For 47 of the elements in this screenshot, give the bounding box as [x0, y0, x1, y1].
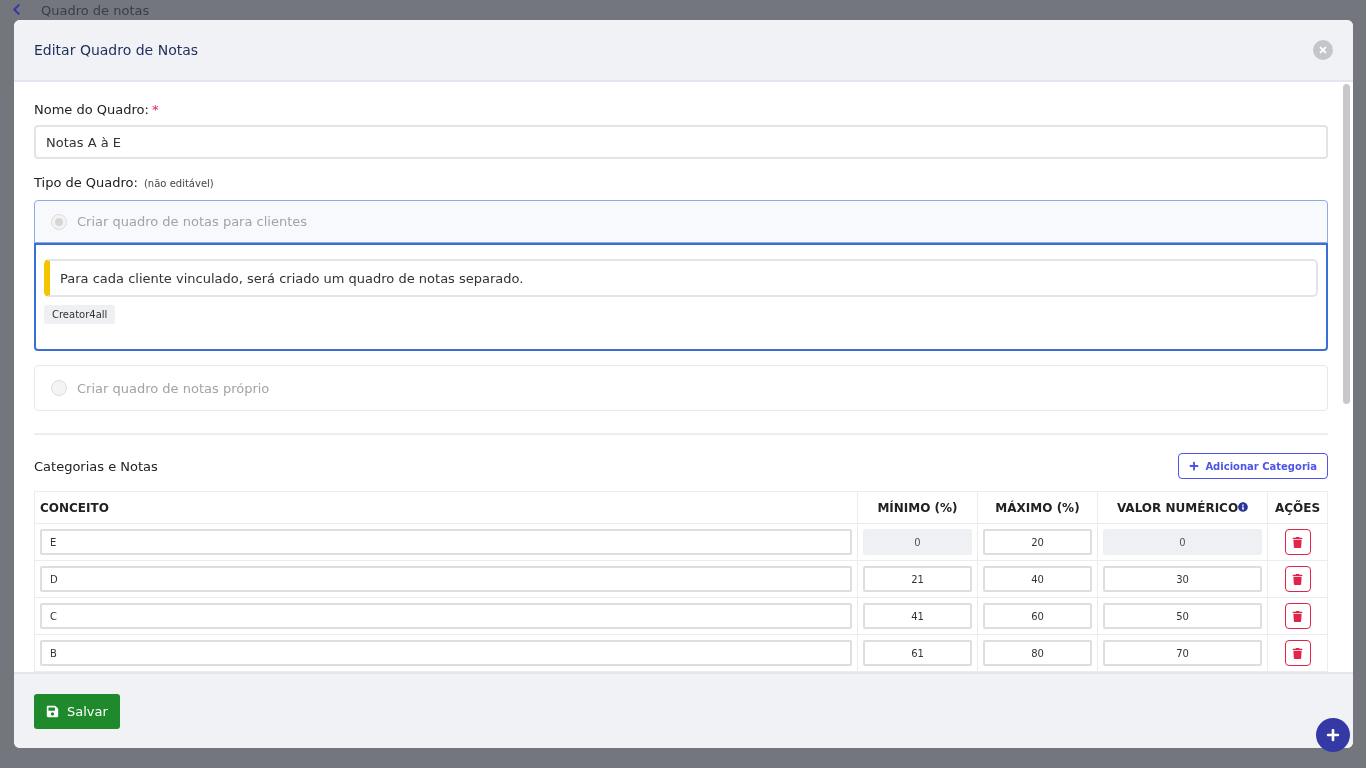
concept-input[interactable]: E — [40, 529, 852, 555]
scrollbar-thumb[interactable] — [1343, 84, 1350, 404]
number-input[interactable]: 30 — [1103, 566, 1262, 592]
number-input[interactable]: 60 — [983, 603, 1092, 629]
trash-icon — [1292, 610, 1303, 622]
trash-icon — [1292, 647, 1303, 659]
add-category-button[interactable]: Adicionar Categoria — [1178, 453, 1328, 479]
required-mark: * — [151, 102, 159, 117]
name-input[interactable]: Notas A à E — [34, 125, 1328, 159]
dialog-title: Editar Quadro de Notas — [34, 42, 199, 58]
page-title: Quadro de notas — [41, 3, 150, 18]
number-input[interactable]: 41 — [863, 603, 972, 629]
tag: Creator4all — [44, 305, 116, 324]
field-label: Tipo de Quadro: — [34, 175, 138, 190]
option-label: Criar quadro de notas próprio — [77, 380, 270, 396]
close-icon — [1318, 45, 1328, 55]
trash-icon — [1292, 536, 1303, 548]
plus-icon — [1189, 461, 1200, 471]
column-header: CONCEITO — [34, 491, 858, 524]
field-note: (não editável) — [143, 178, 214, 189]
column-header: VALOR NUMÉRICO — [1097, 491, 1268, 524]
info-icon — [1238, 501, 1249, 512]
field-label: Nome do Quadro: — [34, 102, 149, 117]
concept-input[interactable]: C — [40, 603, 852, 629]
trash-icon — [1292, 573, 1303, 585]
info-alert: Para cada cliente vinculado, será criado um quadro de notas separado. — [44, 259, 1318, 297]
delete-button[interactable] — [1284, 640, 1311, 666]
number-input[interactable]: 80 — [983, 640, 1092, 666]
concept-input[interactable]: D — [40, 566, 852, 592]
plus-icon — [1326, 728, 1340, 742]
number-input[interactable]: 61 — [863, 640, 972, 666]
number-input[interactable]: 20 — [983, 529, 1092, 555]
column-header: MÁXIMO (%) — [977, 491, 1098, 524]
save-button[interactable]: Salvar — [34, 693, 120, 729]
delete-button[interactable] — [1284, 566, 1311, 592]
section-title: Categorias e Notas — [34, 458, 158, 474]
column-header: AÇÕES — [1267, 491, 1328, 524]
delete-button[interactable] — [1284, 603, 1311, 629]
option-label: Criar quadro de notas para clientes — [77, 214, 307, 229]
delete-button[interactable] — [1284, 529, 1311, 555]
number-input[interactable]: 70 — [1103, 640, 1262, 666]
number-input[interactable]: 21 — [863, 566, 972, 592]
number-input[interactable]: 50 — [1103, 603, 1262, 629]
column-header: MÍNIMO (%) — [857, 491, 978, 524]
number-input[interactable]: 40 — [983, 566, 1092, 592]
save-icon — [46, 704, 59, 718]
concept-input[interactable]: B — [40, 640, 852, 666]
